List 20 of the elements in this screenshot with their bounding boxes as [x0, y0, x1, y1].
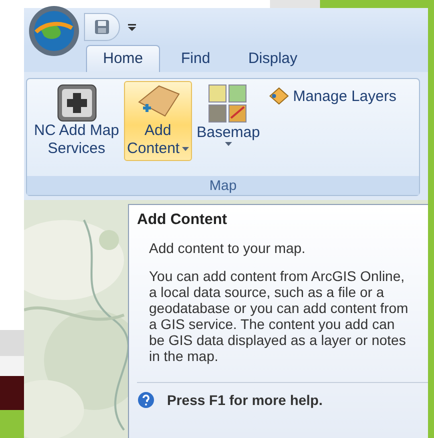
manage-layers-button[interactable]: Manage Layers — [264, 81, 400, 111]
backdrop-panel — [0, 330, 24, 356]
ribbon-tab[interactable]: Display — [231, 45, 314, 72]
customize-menu-icon[interactable] — [128, 24, 136, 30]
tooltip-description: You can add content from ArcGIS Online, a local data source, such as a file or a geodatabase or you can add content from a GIS service. The content you add can be GIS data displayed as a layer or notes in the map. — [149, 268, 410, 364]
backdrop-panel — [0, 410, 24, 438]
ribbon-tab[interactable]: Home — [86, 45, 160, 72]
basemap-gallery-icon — [208, 84, 248, 124]
group-title: Map — [27, 176, 419, 195]
help-icon — [137, 391, 155, 409]
save-button[interactable] — [84, 13, 120, 41]
tooltip-title: Add Content — [137, 211, 228, 228]
ribbon-tab[interactable]: Find — [164, 45, 228, 72]
ribbon-button[interactable]: Basemap — [194, 81, 263, 149]
help-text: Press F1 for more help. — [167, 392, 323, 408]
layers-diamond-icon — [268, 87, 289, 105]
ribbon-button[interactable]: NC Add Map Services — [31, 81, 122, 161]
tooltip-summary: Add content to your map. — [149, 240, 306, 256]
plus-icon — [56, 84, 97, 122]
ribbon-button[interactable]: Add Content — [124, 81, 192, 161]
